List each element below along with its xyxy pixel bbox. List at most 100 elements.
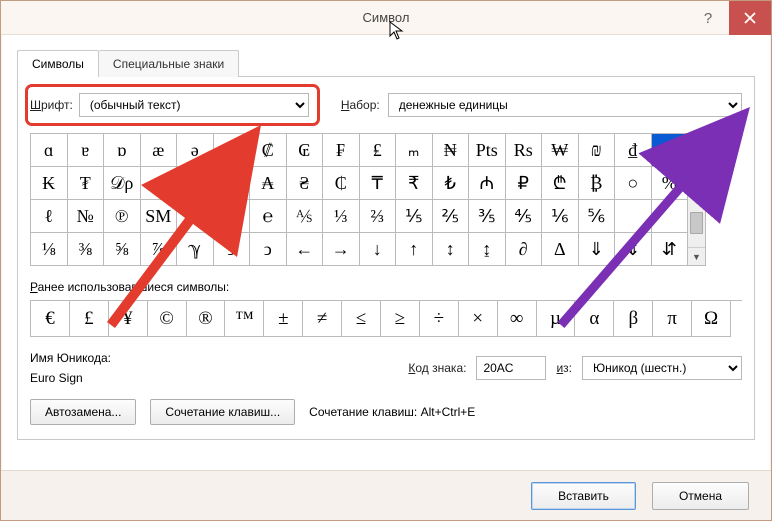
recent-symbol-cell[interactable]: ≥ — [381, 301, 420, 337]
symbol-cell[interactable]: ₺ — [433, 167, 470, 200]
symbol-cell[interactable]: ₠ — [214, 134, 251, 167]
symbol-cell[interactable]: ə — [177, 134, 214, 167]
symbol-cell[interactable]: ⅜ — [68, 233, 105, 266]
recent-symbol-cell[interactable]: £ — [70, 301, 109, 337]
scroll-track[interactable] — [688, 152, 705, 247]
symbol-cell[interactable]: ₰ — [141, 167, 178, 200]
symbol-cell[interactable]: ⅚ — [579, 200, 616, 233]
symbol-cell[interactable]: ₦ — [433, 134, 470, 167]
symbol-cell[interactable]: ⅖ — [433, 200, 470, 233]
recent-symbol-cell[interactable]: ™ — [225, 301, 264, 337]
symbol-cell[interactable]: ⇵ — [652, 233, 689, 266]
close-button[interactable] — [729, 1, 771, 35]
shortcut-key-button[interactable]: Сочетание клавиш... — [150, 399, 295, 425]
cancel-button[interactable]: Отмена — [652, 482, 749, 510]
font-combo[interactable]: (обычный текст) — [79, 93, 309, 117]
symbol-cell[interactable]: ← — [287, 233, 324, 266]
symbol-cell[interactable]: SM — [141, 200, 178, 233]
symbol-cell[interactable]: ɒ — [104, 134, 141, 167]
symbol-cell[interactable]: ⇓ — [579, 233, 616, 266]
symbol-cell[interactable]: ○ — [615, 167, 652, 200]
recent-symbol-cell[interactable]: ≠ — [303, 301, 342, 337]
symbol-cell[interactable]: ₹ — [396, 167, 433, 200]
symbol-cell[interactable]: ₘ — [396, 134, 433, 167]
symbol-cell[interactable]: ₼ — [469, 167, 506, 200]
symbol-cell[interactable]: ∂ — [506, 233, 543, 266]
insert-button[interactable]: Вставить — [531, 482, 636, 510]
recent-symbol-cell[interactable]: µ — [537, 301, 576, 337]
recent-symbol-cell[interactable]: ® — [187, 301, 226, 337]
symbol-cell[interactable]: ₳ — [250, 167, 287, 200]
symbol-cell[interactable]: ₤ — [360, 134, 397, 167]
symbol-cell[interactable]: № — [68, 200, 105, 233]
subset-combo[interactable]: денежные единицы — [388, 93, 742, 117]
symbol-cell[interactable]: ↄ — [214, 233, 251, 266]
symbol-cell[interactable]: ӕ — [141, 134, 178, 167]
symbol-cell[interactable]: Pts — [469, 134, 506, 167]
symbol-cell[interactable]: ₽ — [506, 167, 543, 200]
symbol-cell[interactable]: ↨ — [469, 233, 506, 266]
symbol-cell[interactable]: ⅝ — [104, 233, 141, 266]
recent-symbol-cell[interactable]: ¥ — [109, 301, 148, 337]
symbol-cell[interactable]: Ω — [214, 200, 251, 233]
symbol-cell[interactable]: € — [652, 134, 689, 167]
scroll-down-button[interactable]: ▼ — [688, 247, 705, 265]
recent-symbol-cell[interactable]: β — [614, 301, 653, 337]
code-input[interactable] — [476, 356, 546, 380]
symbol-cell[interactable] — [652, 200, 689, 233]
symbol-cell[interactable]: ⅍ — [287, 200, 324, 233]
symbol-cell[interactable]: ⅗ — [469, 200, 506, 233]
symbol-cell[interactable]: ↓ — [360, 233, 397, 266]
symbol-cell[interactable]: ₽ — [177, 167, 214, 200]
symbol-cell[interactable]: ↑ — [396, 233, 433, 266]
symbol-cell[interactable]: ℮ — [250, 200, 287, 233]
symbol-cell[interactable]: ⅔ — [360, 200, 397, 233]
help-button[interactable]: ? — [687, 1, 729, 35]
recent-symbol-cell[interactable]: © — [148, 301, 187, 337]
symbol-cell[interactable]: ₮ — [68, 167, 105, 200]
symbol-cell[interactable]: Rs — [506, 134, 543, 167]
symbol-cell[interactable]: Δ — [542, 233, 579, 266]
symbol-cell[interactable]: → — [323, 233, 360, 266]
symbol-cell[interactable]: ™ — [177, 200, 214, 233]
symbol-cell[interactable]: ₩ — [542, 134, 579, 167]
grid-scrollbar[interactable]: ▲ ▼ — [688, 133, 706, 266]
symbol-cell[interactable]: ↕ — [433, 233, 470, 266]
symbol-cell[interactable]: ₸ — [360, 167, 397, 200]
symbol-cell[interactable]: ℓ — [31, 200, 68, 233]
scroll-thumb[interactable] — [690, 212, 703, 234]
recent-symbol-cell[interactable]: Ω — [692, 301, 731, 337]
symbol-cell[interactable]: ₿ — [579, 167, 616, 200]
symbol-cell[interactable]: ₪ — [579, 134, 616, 167]
symbol-cell[interactable]: ₢ — [287, 134, 324, 167]
recent-symbol-cell[interactable]: ∞ — [498, 301, 537, 337]
symbol-cell[interactable]: ⅙ — [542, 200, 579, 233]
recent-symbol-cell[interactable]: π — [653, 301, 692, 337]
symbol-cell[interactable]: ⅞ — [141, 233, 178, 266]
recent-symbol-cell[interactable]: € — [31, 301, 70, 337]
from-combo[interactable]: Юникод (шестн.) — [582, 356, 742, 380]
symbol-cell[interactable]: ₾ — [542, 167, 579, 200]
symbol-cell[interactable]: ɑ — [31, 134, 68, 167]
symbol-cell[interactable]: ⅕ — [396, 200, 433, 233]
symbol-cell[interactable]: ₵ — [323, 167, 360, 200]
symbol-cell[interactable]: ⅘ — [506, 200, 543, 233]
symbol-cell[interactable]: ⅓ — [323, 200, 360, 233]
symbol-cell[interactable]: ₣ — [323, 134, 360, 167]
symbol-cell[interactable]: ↄ — [250, 233, 287, 266]
symbol-cell[interactable]: ₲ — [214, 167, 251, 200]
tab-symbols[interactable]: Символы — [17, 50, 99, 77]
symbol-cell[interactable]: ₴ — [287, 167, 324, 200]
symbol-cell[interactable]: ɐ — [68, 134, 105, 167]
recent-symbol-cell[interactable]: ± — [264, 301, 303, 337]
symbol-cell[interactable]: % — [652, 167, 689, 200]
symbol-cell[interactable]: ₫ — [615, 134, 652, 167]
recent-symbol-cell[interactable]: ≤ — [342, 301, 381, 337]
scroll-up-button[interactable]: ▲ — [688, 134, 705, 152]
recent-symbol-cell[interactable]: ÷ — [420, 301, 459, 337]
symbol-cell[interactable] — [615, 200, 652, 233]
symbol-cell[interactable]: ₡ — [250, 134, 287, 167]
symbol-cell[interactable]: ℽ — [177, 233, 214, 266]
recent-symbol-cell[interactable]: α — [575, 301, 614, 337]
symbol-cell[interactable]: 𝒟ρ — [104, 167, 141, 200]
